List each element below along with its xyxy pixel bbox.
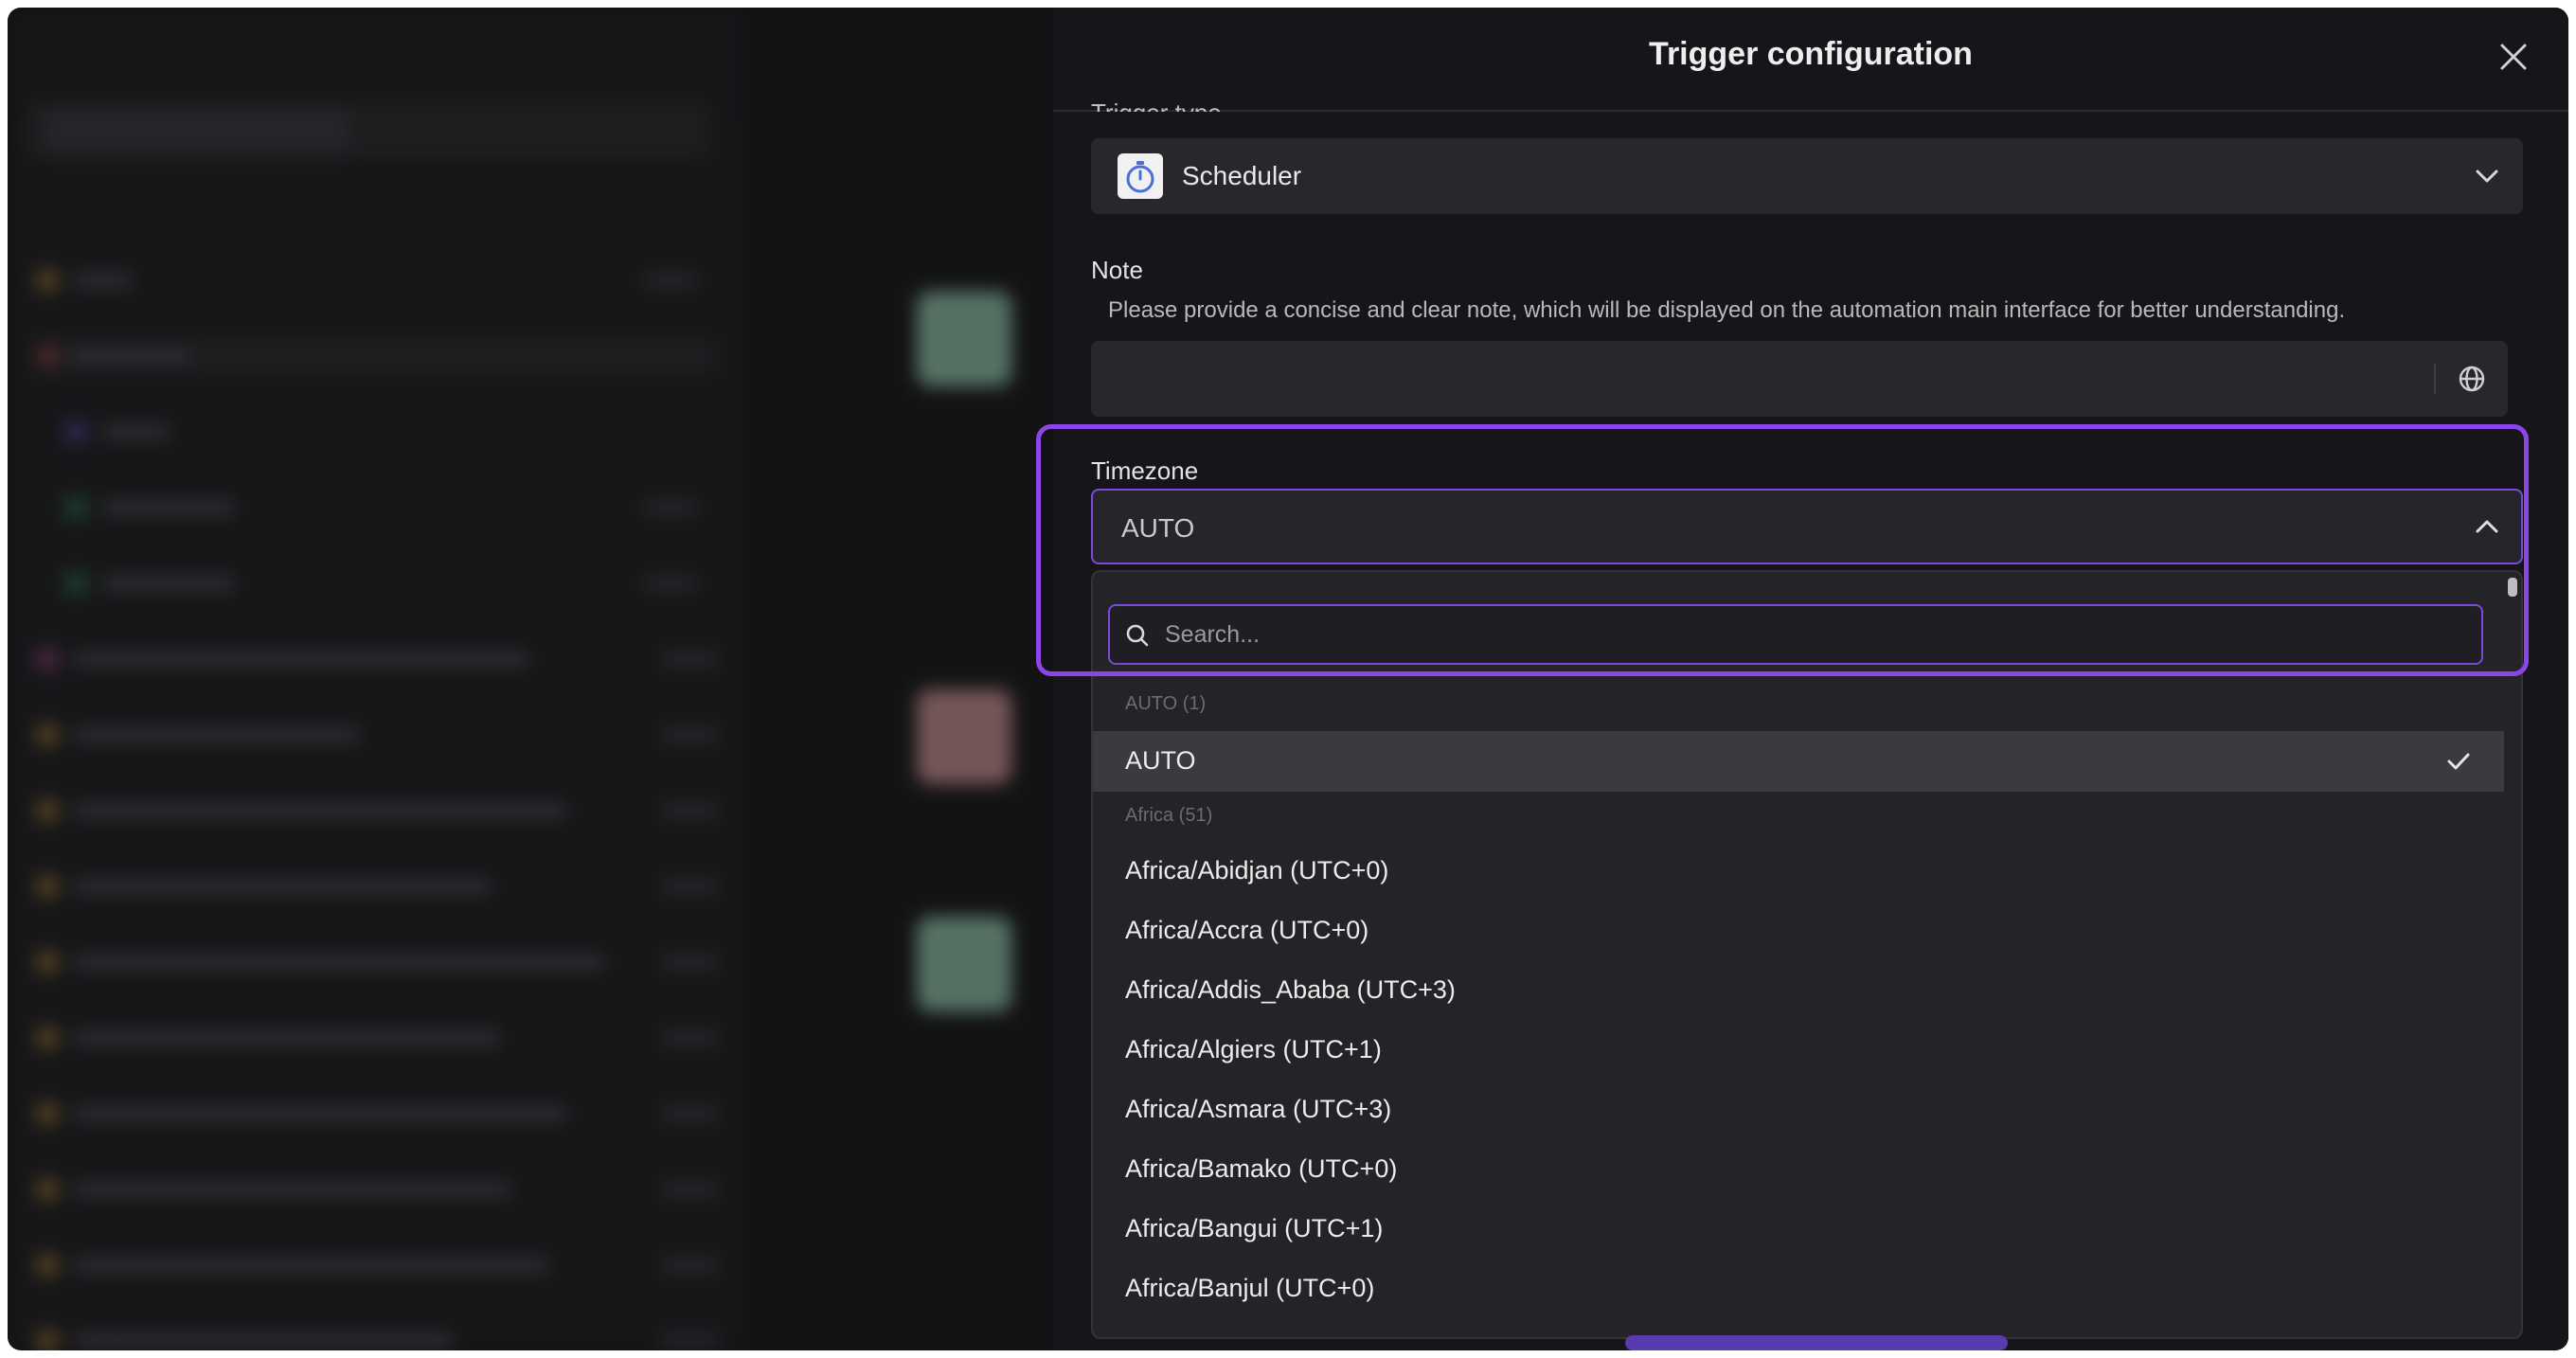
background-app [8,8,1059,1350]
background-row [36,415,699,449]
background-row [36,1097,718,1131]
note-input[interactable] [1091,341,2508,417]
note-label: Note [1091,256,1143,284]
background-row [36,869,718,903]
background-row [36,263,699,297]
globe-icon[interactable] [2455,362,2489,396]
dialog-header: Trigger configuration [1053,8,2568,112]
background-row [36,945,718,979]
option-label: Africa/Accra (UTC+0) [1125,916,1369,944]
background-row [36,566,699,600]
timezone-option-auto[interactable]: AUTO [1093,731,2504,792]
app-window: Trigger configuration Trigger type Sched… [8,8,2568,1350]
chevron-down-icon [2472,161,2502,191]
timezone-option[interactable]: Africa/Bamako (UTC+0) [1093,1139,2504,1200]
background-row [36,1172,718,1206]
dialog-title: Trigger configuration [1649,36,1973,72]
trigger-type-select[interactable]: Scheduler [1091,138,2523,214]
note-description: Please provide a concise and clear note,… [1108,297,2346,323]
option-label: Africa/Bangui (UTC+1) [1125,1214,1384,1242]
trigger-configuration-dialog: Trigger configuration Trigger type Sched… [1053,8,2568,1350]
background-tab-active [45,110,349,152]
background-main [765,8,1059,1350]
group-header-auto: AUTO (1) [1125,693,1207,714]
background-row [36,718,718,752]
close-icon[interactable] [2493,36,2534,78]
group-header-africa: Africa (51) [1125,805,1213,826]
background-row [36,491,699,525]
input-divider [2434,364,2436,394]
background-card [917,917,1011,1011]
option-label: Africa/Abidjan (UTC+0) [1125,856,1389,884]
background-row [36,339,718,373]
stopwatch-icon [1118,153,1163,199]
background-row [36,642,718,676]
timezone-dropdown: AUTO (1) AUTO Africa (51) Africa/Abidjan… [1091,570,2523,1339]
option-label: Africa/Asmara (UTC+3) [1125,1095,1392,1123]
background-row [36,1248,718,1282]
timezone-option[interactable]: Africa/Accra (UTC+0) [1093,901,2504,961]
option-label: Africa/Addis_Ababa (UTC+3) [1125,975,1456,1004]
background-row [36,794,718,828]
background-card [917,689,1011,784]
trigger-type-label: Trigger type [1091,98,1222,112]
background-sidebar [8,8,746,1350]
timezone-option[interactable]: Africa/Banjul (UTC+0) [1093,1259,2504,1319]
option-label: Africa/Bamako (UTC+0) [1125,1154,1398,1183]
check-icon [2443,746,2474,777]
trigger-type-value: Scheduler [1182,161,1302,190]
background-row [36,1021,718,1055]
footer-button[interactable] [1625,1335,2008,1350]
background-row [36,1324,718,1350]
option-label: Africa/Banjul (UTC+0) [1125,1274,1375,1302]
timezone-option[interactable]: Africa/Algiers (UTC+1) [1093,1020,2504,1081]
timezone-option[interactable]: Africa/Abidjan (UTC+0) [1093,841,2504,902]
timezone-highlight-outline [1036,424,2529,676]
option-label: Africa/Algiers (UTC+1) [1125,1035,1382,1063]
timezone-option[interactable]: Africa/Asmara (UTC+3) [1093,1080,2504,1140]
timezone-option[interactable]: Africa/Bangui (UTC+1) [1093,1199,2504,1260]
timezone-option[interactable]: Africa/Addis_Ababa (UTC+3) [1093,960,2504,1021]
background-card [917,292,1011,386]
option-label: AUTO [1125,746,1196,775]
